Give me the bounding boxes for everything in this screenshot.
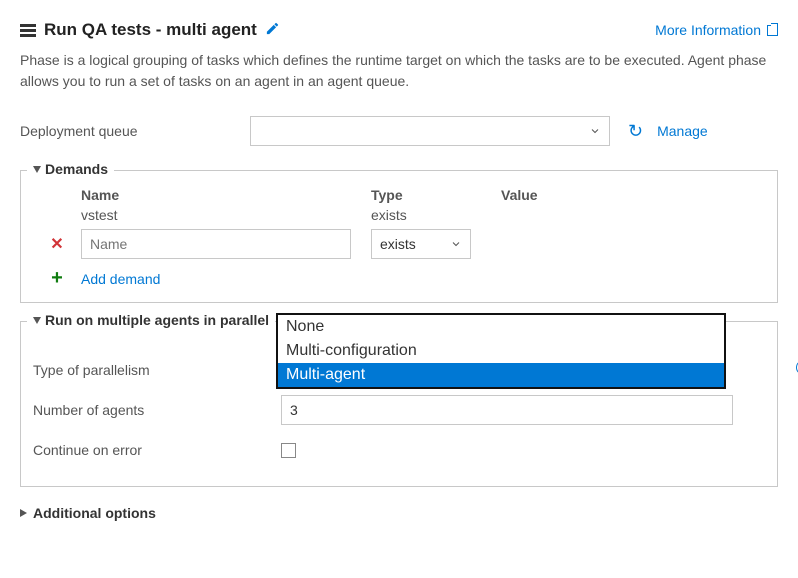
phase-description: Phase is a logical grouping of tasks whi… (20, 50, 778, 92)
number-of-agents-input[interactable] (281, 395, 733, 425)
more-information-link[interactable]: More Information (655, 22, 778, 38)
continue-on-error-checkbox[interactable] (281, 443, 296, 458)
chevron-down-icon (450, 238, 462, 250)
collapse-parallel-icon[interactable] (33, 317, 41, 324)
number-of-agents-label: Number of agents (33, 402, 281, 418)
more-information-label: More Information (655, 22, 761, 38)
parallelism-option-multiagent[interactable]: Multi-agent (278, 363, 724, 387)
refresh-queue-icon[interactable]: ↻ (628, 121, 643, 142)
demands-header-type: Type (371, 187, 501, 203)
add-demand-link[interactable]: Add demand (81, 271, 160, 287)
parallelism-option-multiconfig[interactable]: Multi-configuration (278, 339, 724, 363)
demand-type-value: exists (380, 236, 416, 252)
demand-type-select[interactable]: exists (371, 229, 471, 259)
demands-legend: Demands (45, 161, 108, 177)
demands-header-value: Value (501, 187, 765, 203)
parallel-legend: Run on multiple agents in parallel (45, 312, 269, 328)
demand-name-input[interactable] (81, 229, 351, 259)
continue-on-error-label: Continue on error (33, 442, 281, 458)
add-demand-icon[interactable]: + (51, 267, 63, 290)
deployment-queue-select[interactable] (250, 116, 610, 146)
demands-header-name: Name (81, 187, 371, 203)
external-link-icon (767, 25, 778, 36)
expand-additional-icon[interactable] (20, 509, 27, 517)
demand-static-name: vstest (81, 207, 371, 223)
parallelism-type-dropdown[interactable]: None Multi-configuration Multi-agent (276, 313, 726, 389)
additional-options-legend: Additional options (33, 505, 156, 521)
parallel-section: Run on multiple agents in parallel None … (20, 321, 778, 487)
manage-queue-link[interactable]: Manage (657, 123, 708, 139)
page-title: Run QA tests - multi agent (44, 20, 257, 40)
demands-section: Demands Name Type Value vstest exists ✕ … (20, 170, 778, 303)
collapse-demands-icon[interactable] (33, 166, 41, 173)
deployment-queue-label: Deployment queue (20, 123, 250, 139)
phase-icon (20, 24, 36, 37)
edit-title-icon[interactable] (265, 21, 280, 39)
parallelism-type-label: Type of parallelism (33, 362, 281, 378)
parallelism-option-none[interactable]: None (278, 315, 724, 339)
delete-demand-icon[interactable]: ✕ (50, 234, 63, 254)
demand-static-type: exists (371, 207, 501, 223)
chevron-down-icon (589, 125, 601, 137)
